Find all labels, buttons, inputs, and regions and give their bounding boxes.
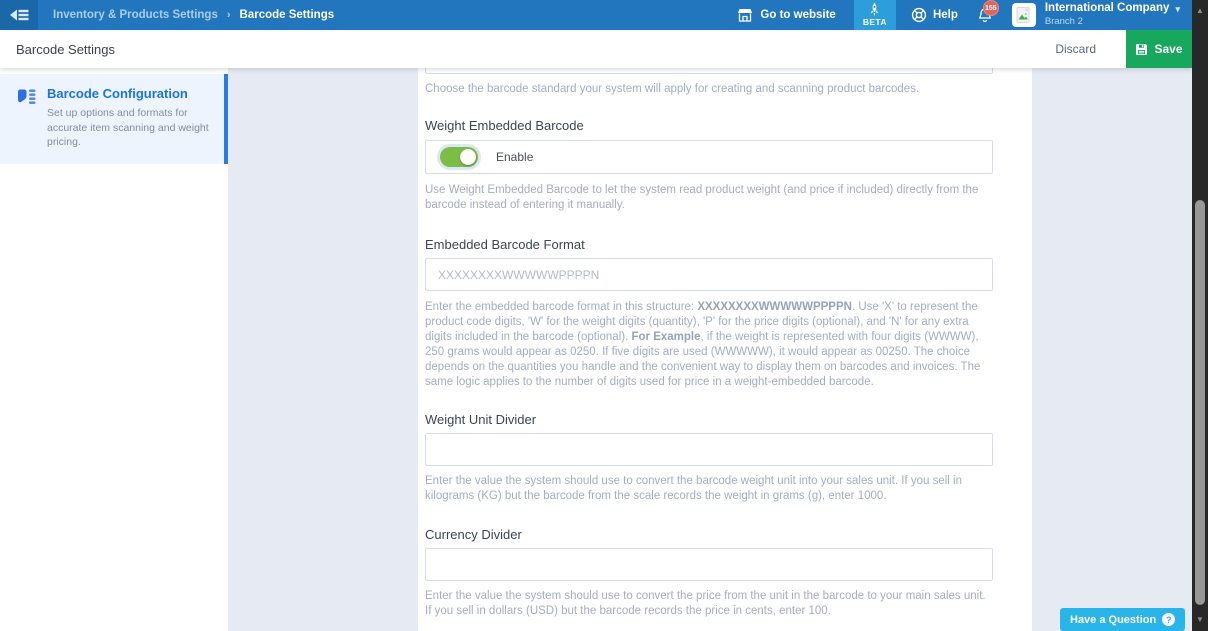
breadcrumb-separator-icon: › [227, 9, 231, 21]
weight-embedded-toggle[interactable] [440, 147, 478, 167]
scrollbar-up-arrow[interactable]: ▲ [1192, 6, 1208, 16]
company-name-label: International Company [1045, 2, 1170, 16]
scrollbar-thumb[interactable] [1195, 200, 1205, 605]
help-menu[interactable]: Help [911, 7, 958, 23]
weight-unit-divider-input[interactable] [425, 433, 993, 466]
settings-sidebar: Barcode Configuration Set up options and… [0, 68, 228, 631]
toolbar-actions: Discard Save [1055, 30, 1192, 68]
floppy-save-icon [1135, 43, 1148, 56]
save-label: Save [1154, 42, 1182, 56]
sidebar-item-title: Barcode Configuration [47, 86, 209, 101]
weight-embedded-barcode-label: Weight Embedded Barcode [425, 118, 993, 133]
discard-button[interactable]: Discard [1055, 42, 1096, 56]
embedded-barcode-format-input[interactable] [425, 258, 993, 291]
breadcrumb-current: Barcode Settings [240, 9, 335, 21]
embedded-barcode-format-hint: Enter the embedded barcode format in thi… [425, 300, 993, 390]
toggle-enable-label: Enable [496, 150, 533, 164]
format-structure-bold: XXXXXXXXWWWWWPPPPN [697, 301, 852, 313]
save-button[interactable]: Save [1126, 30, 1192, 68]
branch-label: Branch 2 [1045, 16, 1180, 27]
notification-badge: 155 [983, 0, 999, 16]
question-mark-icon: ? [1162, 613, 1175, 626]
weight-embedded-hint: Use Weight Embedded Barcode to let the s… [425, 183, 993, 213]
weight-embedded-toggle-box: Enable [425, 140, 993, 174]
barcode-scanner-icon [16, 88, 37, 150]
topbar: Inventory & Products Settings › Barcode … [0, 0, 1192, 30]
company-logo[interactable] [1012, 3, 1036, 27]
weight-unit-divider-label: Weight Unit Divider [425, 412, 993, 427]
lifebuoy-icon [911, 7, 927, 23]
chevron-down-icon: ▾ [1175, 4, 1180, 15]
page-scrollbar[interactable]: ▲ ▼ [1192, 0, 1208, 631]
currency-divider-label: Currency Divider [425, 527, 993, 542]
help-label: Help [933, 9, 958, 21]
notifications-button[interactable]: 155 [976, 6, 994, 24]
have-a-question-label: Have a Question [1070, 614, 1156, 626]
toggle-knob [460, 149, 476, 165]
currency-divider-hint: Enter the value the system should use to… [425, 589, 993, 619]
barcode-standard-hint: Choose the barcode standard your system … [425, 82, 993, 97]
go-to-website-link[interactable]: Go to website [737, 8, 835, 22]
main-area: Barcode Configuration Set up options and… [0, 68, 1192, 631]
page-title: Barcode Settings [16, 42, 115, 57]
beta-tab[interactable]: BETA [854, 0, 896, 30]
for-example-bold: For Example [632, 331, 701, 343]
go-to-website-label: Go to website [760, 9, 835, 21]
sidebar-item-text: Barcode Configuration Set up options and… [47, 86, 209, 150]
rocket-icon [869, 3, 880, 16]
sidebar-item-description: Set up options and formats for accurate … [47, 106, 209, 150]
breadcrumb: Inventory & Products Settings › Barcode … [53, 9, 334, 21]
embedded-barcode-format-label: Embedded Barcode Format [425, 237, 993, 252]
topbar-actions: Go to website BETA [737, 0, 1192, 30]
sidebar-item-barcode-configuration[interactable]: Barcode Configuration Set up options and… [0, 74, 228, 164]
storefront-icon [737, 8, 753, 22]
have-a-question-button[interactable]: Have a Question ? [1060, 608, 1185, 631]
back-arrow-icon [10, 8, 29, 22]
currency-divider-input[interactable] [425, 548, 993, 581]
barcode-standard-input-partial[interactable] [425, 68, 993, 74]
beta-label: BETA [863, 17, 887, 27]
weight-unit-divider-hint: Enter the value the system should use to… [425, 474, 993, 504]
breadcrumb-parent[interactable]: Inventory & Products Settings [53, 9, 218, 21]
scrollbar-down-arrow[interactable]: ▼ [1192, 615, 1208, 625]
page-toolbar: Barcode Settings Discard Save [0, 30, 1192, 68]
back-button[interactable] [0, 0, 38, 30]
company-switcher[interactable]: International Company ▾ Branch 2 [1045, 2, 1180, 27]
settings-card: Choose the barcode standard your system … [418, 68, 1032, 631]
